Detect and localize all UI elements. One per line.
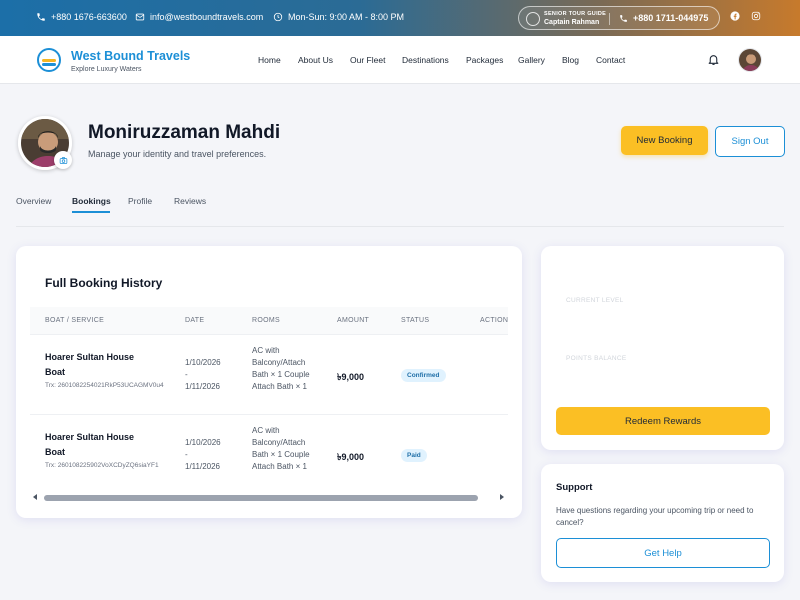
horizontal-scrollbar-thumb[interactable] <box>44 495 478 501</box>
nav-item-blog[interactable]: Blog <box>562 55 579 65</box>
row-divider <box>30 414 508 415</box>
nav-item-contact[interactable]: Contact <box>596 55 625 65</box>
guide-phone-text: +880 1711-044975 <box>633 13 709 23</box>
nav-item-gallery[interactable]: Gallery <box>518 55 545 65</box>
topbar-phone[interactable]: +880 1676-663600 <box>36 12 127 22</box>
booking-history-title: Full Booking History <box>45 276 163 290</box>
nav-item-fleet[interactable]: Our Fleet <box>350 55 385 65</box>
topbar-email-text: info@westboundtravels.com <box>150 12 264 22</box>
column-header-status: STATUS <box>401 317 430 324</box>
current-level-label: CURRENT LEVEL <box>566 297 624 304</box>
status-badge: Paid <box>401 449 427 462</box>
get-help-button[interactable]: Get Help <box>556 538 770 568</box>
status-badge: Confirmed <box>401 369 446 382</box>
row-date-to: 1/11/2026 <box>185 382 220 391</box>
row-trx: Trx: 2601082259​02VoXCDyZQ6siaYF1 <box>45 462 159 469</box>
topbar-hours-text: Mon-Sun: 9:00 AM - 8:00 PM <box>288 12 405 22</box>
topbar-phone-text: +880 1676-663600 <box>51 12 127 22</box>
column-header-date: DATE <box>185 317 205 324</box>
active-tab-indicator <box>72 211 110 213</box>
nav-item-home[interactable]: Home <box>258 55 281 65</box>
row-rooms: AC with Balcony/Attach Bath × 1 Couple A… <box>252 426 310 471</box>
support-title: Support <box>556 482 593 493</box>
row-date-to: 1/11/2026 <box>185 462 220 471</box>
tour-guide-pill[interactable]: SENIOR TOUR GUIDE Captain Rahman +880 17… <box>518 6 720 30</box>
main-navbar: West Bound Travels Explore Luxury Waters… <box>0 36 800 84</box>
bell-icon[interactable] <box>707 53 720 66</box>
instagram-icon[interactable] <box>751 11 761 21</box>
row-date-sep: - <box>185 370 188 379</box>
row-date-from: 1/10/2026 <box>185 358 221 367</box>
scroll-left-arrow[interactable] <box>33 494 37 500</box>
points-balance-label: POINTS BALANCE <box>566 355 627 362</box>
row-boat-name: Hoarer Sultan House Boat <box>45 352 135 377</box>
guide-name: Captain Rahman <box>544 19 600 26</box>
logo-icon[interactable] <box>37 48 61 72</box>
nav-avatar[interactable] <box>738 48 762 72</box>
row-amount: ৳9,000 <box>337 452 365 462</box>
topbar-email[interactable]: info@westboundtravels.com <box>135 12 263 22</box>
guide-phone[interactable]: +880 1711-044975 <box>619 13 708 23</box>
scroll-right-arrow[interactable] <box>500 494 504 500</box>
clock-icon <box>273 12 283 22</box>
tabs-divider <box>16 226 784 227</box>
phone-icon <box>620 14 627 22</box>
topbar-hours: Mon-Sun: 9:00 AM - 8:00 PM <box>273 12 404 22</box>
camera-icon[interactable] <box>54 151 72 169</box>
guide-divider <box>609 13 610 25</box>
profile-name: Moniruzzaman Mahdi <box>88 122 281 143</box>
guide-label: SENIOR TOUR GUIDE <box>544 11 607 17</box>
tab-overview[interactable]: Overview <box>16 196 51 206</box>
sign-out-button[interactable]: Sign Out <box>715 126 785 157</box>
phone-icon <box>37 13 45 21</box>
row-amount: ৳9,000 <box>337 372 365 382</box>
column-header-rooms: ROOMS <box>252 317 280 324</box>
column-header-action: ACTION <box>480 317 509 324</box>
tab-reviews[interactable]: Reviews <box>174 196 206 206</box>
guide-icon <box>526 12 540 26</box>
row-trx: Trx: 2601082254021RkP53UCAGMV0u4 <box>45 382 164 389</box>
brand-name[interactable]: West Bound Travels <box>71 49 190 63</box>
mail-icon <box>135 13 145 21</box>
redeem-rewards-button[interactable]: Redeem Rewards <box>556 407 770 435</box>
tab-profile[interactable]: Profile <box>128 196 152 206</box>
top-info-bar: +880 1676-663600 info@westboundtravels.c… <box>0 0 800 36</box>
row-boat-name: Hoarer Sultan House Boat <box>45 432 135 457</box>
brand-tagline: Explore Luxury Waters <box>71 66 142 73</box>
nav-item-packages[interactable]: Packages <box>466 55 503 65</box>
new-booking-button[interactable]: New Booking <box>621 126 708 155</box>
row-rooms: AC with Balcony/Attach Bath × 1 Couple A… <box>252 346 310 391</box>
profile-subtitle: Manage your identity and travel preferen… <box>88 149 267 159</box>
nav-item-destinations[interactable]: Destinations <box>402 55 449 65</box>
nav-item-about[interactable]: About Us <box>298 55 333 65</box>
column-header-amount: AMOUNT <box>337 317 370 324</box>
support-text: Have questions regarding your upcoming t… <box>556 506 754 527</box>
facebook-icon[interactable] <box>730 11 740 21</box>
row-date-from: 1/10/2026 <box>185 438 221 447</box>
row-date-sep: - <box>185 450 188 459</box>
column-header-boat: BOAT / SERVICE <box>45 317 105 324</box>
tab-bookings[interactable]: Bookings <box>72 196 111 206</box>
